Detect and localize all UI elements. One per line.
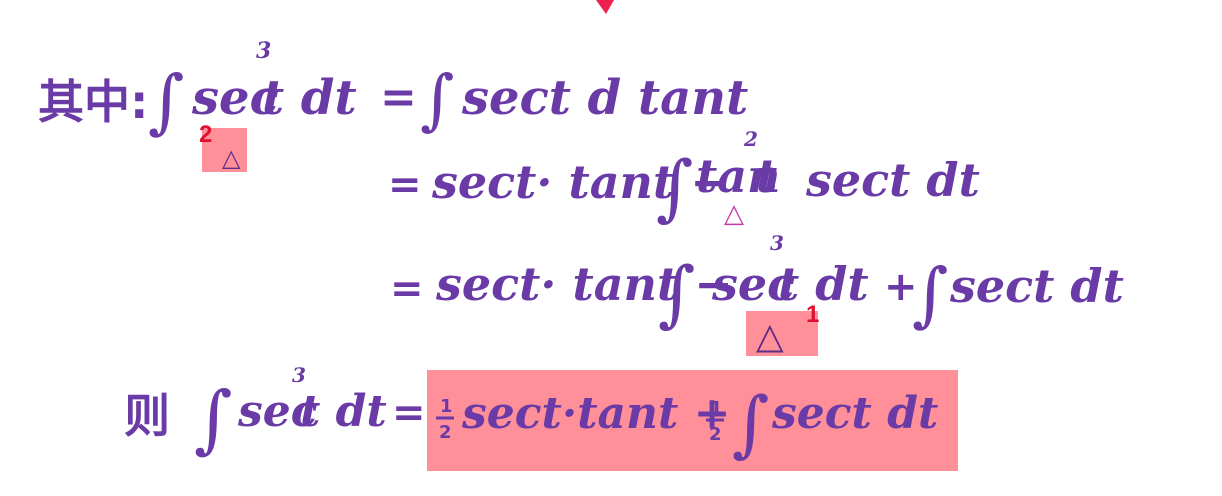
line1-integral-sign-rhs: ∫ xyxy=(420,61,454,138)
handwritten-math-canvas: 其中: ∫ sec 3 t dt = ∫ sect d tant △ 2 = s… xyxy=(38,0,1124,471)
line1-equals: = xyxy=(380,72,417,123)
line4-half1-num: 1 xyxy=(440,396,453,417)
line1-rhs: sect d tant xyxy=(461,70,748,126)
marker-number-2: 2 xyxy=(199,121,212,148)
line4-prefix: 则 xyxy=(124,389,170,443)
triangle-mark-2: △ xyxy=(222,144,241,172)
marker-number-1: 1 xyxy=(806,301,819,328)
line4-tail: sect dt xyxy=(771,388,938,439)
line3-equals: = xyxy=(390,266,424,312)
triangle-mark-1: △ xyxy=(756,316,784,357)
line4-half2-den: 2 xyxy=(709,424,722,445)
line1-prefix: 其中: xyxy=(38,75,148,129)
line4-equals: = xyxy=(392,390,426,436)
line2-tail: sect dt xyxy=(805,153,980,207)
line3-integral-sign-2: ∫ xyxy=(912,253,948,335)
line1-lhs-var: t dt xyxy=(262,70,357,126)
line4-var: t dt xyxy=(300,386,387,437)
line4-integral-sign: ∫ xyxy=(194,376,233,462)
line4-half2-num: 1 xyxy=(710,398,723,419)
line4-term1: sect·tant + xyxy=(461,388,731,439)
line4-integral-sign-2: ∫ xyxy=(732,381,770,465)
line4-half1-den: 2 xyxy=(439,422,452,443)
line2-equals: = xyxy=(388,162,422,208)
line3-exponent: 3 xyxy=(770,231,784,255)
line3-integral-sign: ∫ xyxy=(658,251,696,335)
line4-exponent: 3 xyxy=(292,363,306,387)
triangle-mark-pink: △ xyxy=(724,199,744,229)
line3-var: t dt xyxy=(778,257,869,311)
top-red-scribble xyxy=(596,0,614,14)
line2-integral-sign: ∫ xyxy=(656,145,694,229)
line3-tail: sect dt xyxy=(949,259,1124,313)
line2-var: t xyxy=(756,149,777,203)
line2-exponent: 2 xyxy=(743,127,758,151)
line1-lhs-exponent: 3 xyxy=(256,38,271,64)
line1-integral-sign: ∫ xyxy=(148,60,184,142)
